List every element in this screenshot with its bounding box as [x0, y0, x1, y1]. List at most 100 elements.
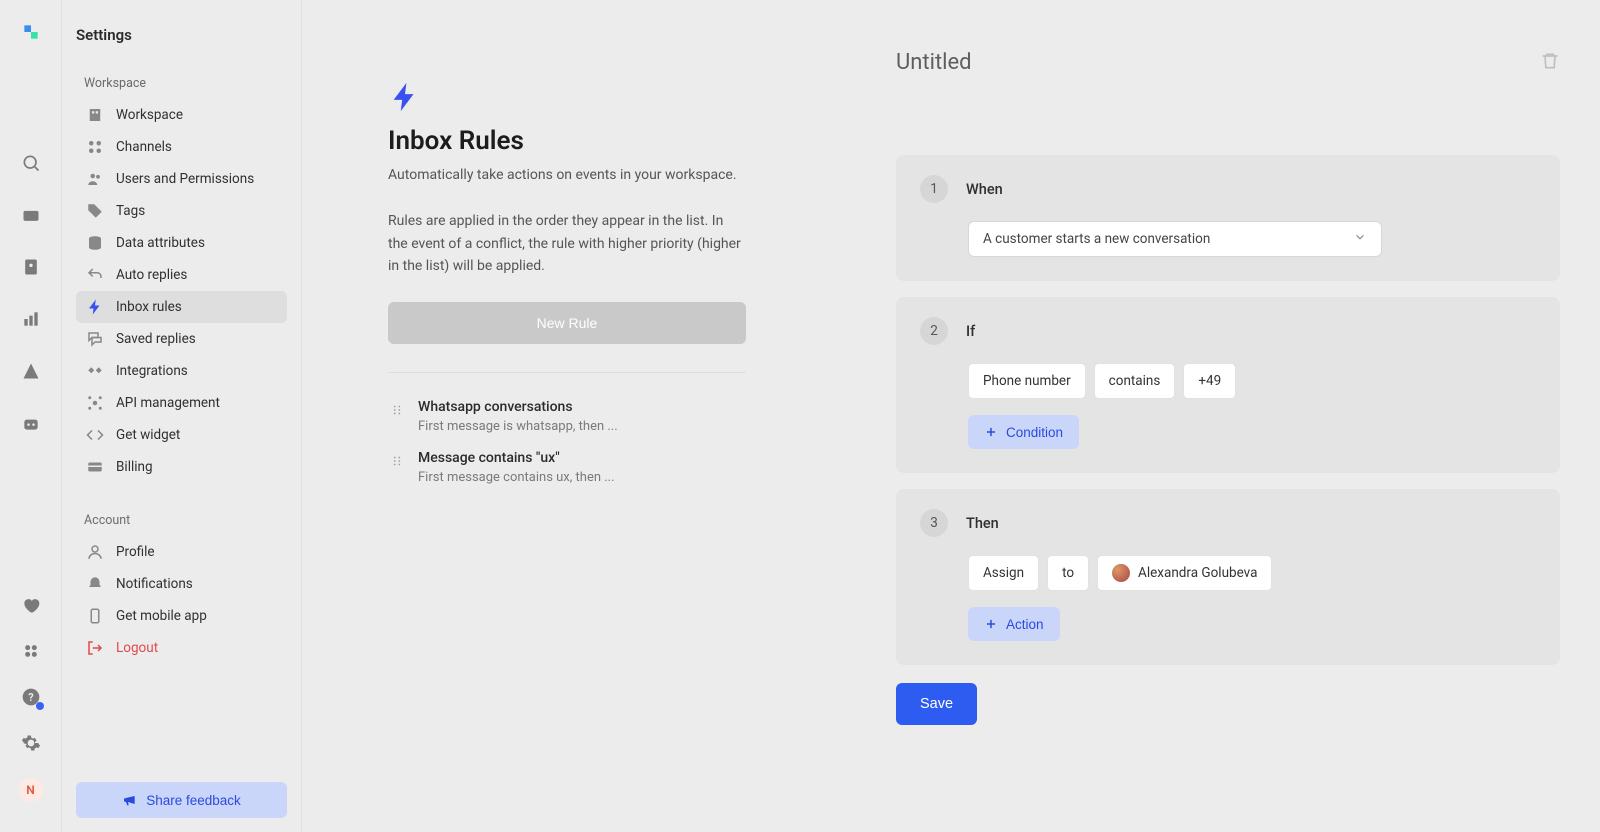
user-icon — [86, 543, 104, 561]
sidebar-item-label: Saved replies — [116, 331, 196, 347]
megaphone-icon — [122, 792, 138, 808]
search-icon[interactable] — [20, 152, 42, 174]
sidebar-item-get-mobile[interactable]: Get mobile app — [76, 600, 287, 632]
sidebar-item-channels[interactable]: Channels — [76, 131, 287, 163]
rule-subtitle: First message contains ux, then ... — [418, 470, 615, 485]
rules-list-column: Inbox Rules Automatically take actions o… — [302, 0, 836, 832]
sidebar-item-billing[interactable]: Billing — [76, 451, 287, 483]
sidebar-item-label: API management — [116, 395, 220, 411]
add-action-label: Action — [1006, 617, 1044, 632]
sidebar-item-label: Users and Permissions — [116, 171, 254, 187]
icon-rail: ? N — [0, 0, 62, 832]
reports-icon[interactable] — [20, 308, 42, 330]
sidebar-item-get-widget[interactable]: Get widget — [76, 419, 287, 451]
broadcast-icon[interactable] — [20, 360, 42, 382]
sidebar-item-label: Channels — [116, 139, 172, 155]
page-description-1: Automatically take actions on events in … — [388, 164, 746, 186]
rule-name-field[interactable]: Untitled — [896, 50, 972, 75]
bookmark-icon — [86, 330, 104, 348]
action-to-chip[interactable]: to — [1047, 555, 1089, 591]
inbox-icon[interactable] — [20, 204, 42, 226]
sidebar-item-users-permissions[interactable]: Users and Permissions — [76, 163, 287, 195]
rule-title: Message contains "ux" — [418, 450, 615, 466]
sidebar-title: Settings — [76, 26, 287, 44]
drag-handle-icon[interactable] — [390, 402, 404, 421]
tag-icon — [86, 202, 104, 220]
card-icon — [86, 458, 104, 476]
settings-sidebar: Settings Workspace Workspace Channels Us… — [62, 0, 302, 832]
step-if: 2 If Phone number contains +49 Condition — [896, 297, 1560, 473]
sidebar-item-auto-replies[interactable]: Auto replies — [76, 259, 287, 291]
step-number: 2 — [920, 317, 948, 345]
rule-subtitle: First message is whatsapp, then ... — [418, 419, 618, 434]
heart-icon[interactable] — [20, 594, 42, 616]
sidebar-item-data-attributes[interactable]: Data attributes — [76, 227, 287, 259]
sidebar-item-label: Get mobile app — [116, 608, 207, 624]
delete-rule-button[interactable] — [1540, 51, 1560, 75]
save-button[interactable]: Save — [896, 683, 977, 725]
rule-list-item[interactable]: Whatsapp conversations First message is … — [388, 391, 746, 442]
sidebar-item-label: Tags — [116, 203, 145, 219]
rule-list-item[interactable]: Message contains "ux" First message cont… — [388, 442, 746, 493]
add-action-button[interactable]: Action — [968, 607, 1060, 641]
step-when: 1 When A customer starts a new conversat… — [896, 155, 1560, 281]
sidebar-item-api-management[interactable]: API management — [76, 387, 287, 419]
step-number: 3 — [920, 509, 948, 537]
share-feedback-label: Share feedback — [146, 793, 241, 808]
bolt-large-icon — [388, 80, 746, 118]
building-icon — [86, 106, 104, 124]
page-description-2: Rules are applied in the order they appe… — [388, 210, 746, 277]
contacts-icon[interactable] — [20, 256, 42, 278]
assignee-avatar — [1112, 564, 1130, 582]
user-avatar[interactable]: N — [19, 778, 43, 802]
data-icon — [86, 234, 104, 252]
channels-icon — [86, 138, 104, 156]
plus-icon — [984, 617, 998, 631]
plug-icon — [86, 362, 104, 380]
sidebar-item-workspace[interactable]: Workspace — [76, 99, 287, 131]
reply-icon — [86, 266, 104, 284]
bot-icon[interactable] — [20, 412, 42, 434]
phone-icon — [86, 607, 104, 625]
teams-icon[interactable] — [20, 640, 42, 662]
add-condition-label: Condition — [1006, 425, 1063, 440]
step-label: Then — [966, 515, 999, 532]
add-condition-button[interactable]: Condition — [968, 415, 1079, 449]
action-type-chip[interactable]: Assign — [968, 555, 1039, 591]
sidebar-item-label: Inbox rules — [116, 299, 182, 315]
bolt-icon — [86, 298, 104, 316]
sidebar-item-label: Auto replies — [116, 267, 187, 283]
bell-icon — [86, 575, 104, 593]
api-icon — [86, 394, 104, 412]
sidebar-item-label: Notifications — [116, 576, 193, 592]
svg-text:?: ? — [28, 691, 33, 704]
sidebar-item-integrations[interactable]: Integrations — [76, 355, 287, 387]
trigger-select-value: A customer starts a new conversation — [983, 231, 1210, 247]
sidebar-item-label: Profile — [116, 544, 155, 560]
share-feedback-button[interactable]: Share feedback — [76, 782, 287, 818]
sidebar-item-label: Billing — [116, 459, 153, 475]
rule-editor: Untitled 1 When A customer starts a new … — [836, 0, 1600, 832]
sidebar-item-tags[interactable]: Tags — [76, 195, 287, 227]
condition-value-chip[interactable]: +49 — [1183, 363, 1236, 399]
trigger-select[interactable]: A customer starts a new conversation — [968, 221, 1382, 257]
condition-operator-chip[interactable]: contains — [1094, 363, 1176, 399]
sidebar-item-inbox-rules[interactable]: Inbox rules — [76, 291, 287, 323]
drag-handle-icon[interactable] — [390, 453, 404, 472]
section-label-account: Account — [84, 513, 287, 528]
sidebar-item-notifications[interactable]: Notifications — [76, 568, 287, 600]
sidebar-item-saved-replies[interactable]: Saved replies — [76, 323, 287, 355]
app-logo-icon[interactable] — [21, 22, 41, 42]
settings-icon[interactable] — [20, 732, 42, 754]
action-assignee-chip[interactable]: Alexandra Golubeva — [1097, 555, 1272, 591]
rule-title: Whatsapp conversations — [418, 399, 618, 415]
divider — [388, 372, 746, 373]
help-icon[interactable]: ? — [20, 686, 42, 708]
logout-icon — [86, 639, 104, 657]
page-title: Inbox Rules — [388, 126, 746, 156]
new-rule-button[interactable]: New Rule — [388, 302, 746, 344]
sidebar-item-label: Get widget — [116, 427, 180, 443]
condition-field-chip[interactable]: Phone number — [968, 363, 1086, 399]
sidebar-item-logout[interactable]: Logout — [76, 632, 287, 664]
sidebar-item-profile[interactable]: Profile — [76, 536, 287, 568]
